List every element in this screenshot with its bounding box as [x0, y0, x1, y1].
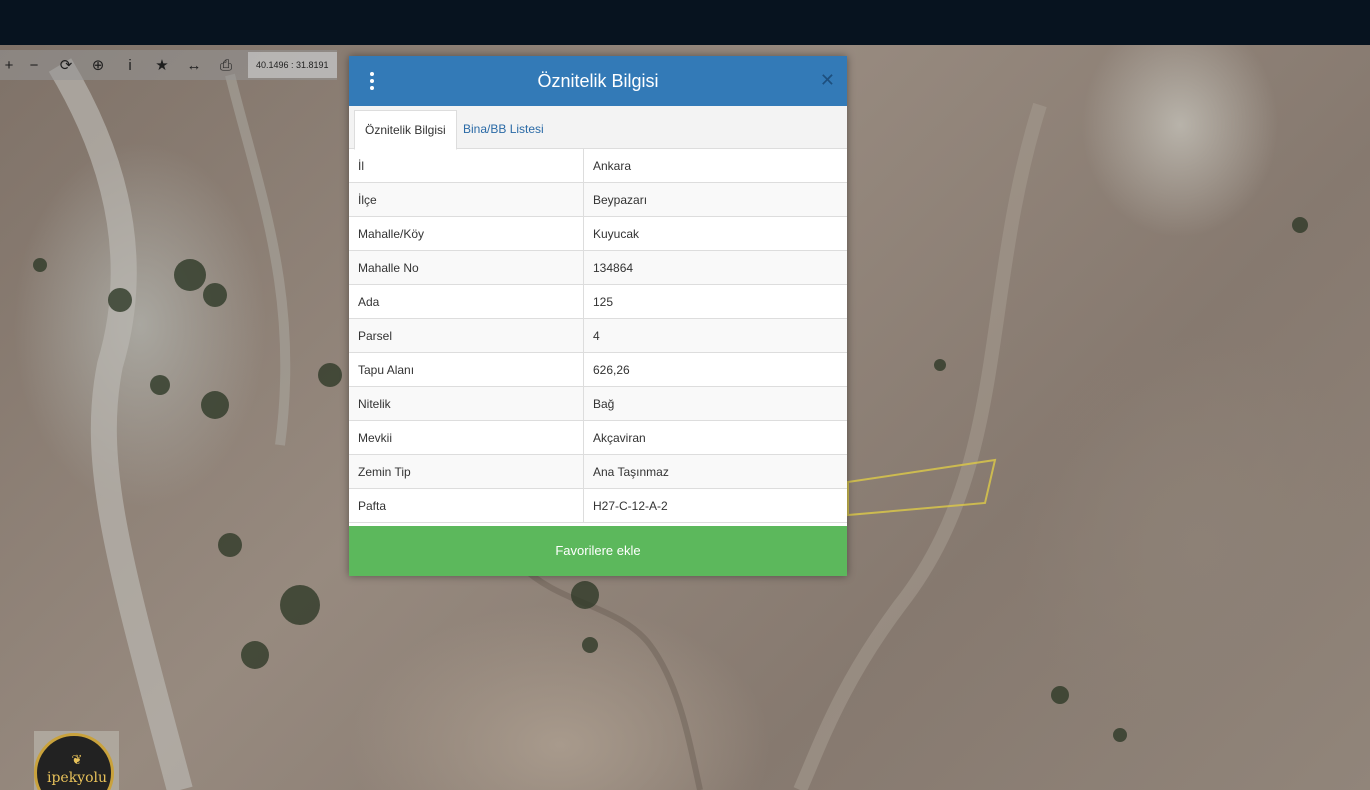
close-icon[interactable]: ✕ [820, 70, 835, 91]
zoom-in-button[interactable]: + [0, 50, 18, 80]
dialog-title: Öznitelik Bilgisi [537, 71, 659, 91]
map-toolbar: + − ⟳ ⊕ i ★ ↔ ⎙ 40.1496 : 31.8191 [0, 50, 337, 80]
top-bar [0, 0, 1370, 45]
favorite-button[interactable]: ★ [146, 50, 178, 80]
table-row: Zemin Tip Ana Taşınmaz [349, 454, 847, 489]
table-row: Ada 125 [349, 284, 847, 319]
attribute-key: Nitelik [349, 386, 584, 421]
attribute-table: İl Ankara İlçe Beypazarı Mahalle/Köy Kuyucak M… [349, 149, 847, 523]
table-row: Tapu Alanı 626,26 [349, 352, 847, 387]
dialog-tabs: Öznitelik Bilgisi Bina/BB Listesi [349, 106, 847, 150]
dialog-header: Öznitelik Bilgisi ✕ [349, 56, 847, 106]
logo-text: ipekyolu [46, 770, 108, 786]
attribute-value: Akçaviran [583, 420, 847, 455]
table-row: Mahalle No 134864 [349, 250, 847, 285]
attribute-value: H27-C-12-A-2 [583, 488, 847, 523]
add-favorite-button[interactable]: Favorilere ekle [349, 526, 847, 576]
table-row: Nitelik Bağ [349, 386, 847, 421]
attribute-key: Zemin Tip [349, 454, 584, 489]
locate-button[interactable]: ⊕ [82, 50, 114, 80]
table-row: Mevkii Akçaviran [349, 420, 847, 455]
refresh-button[interactable]: ⟳ [50, 50, 82, 80]
attribute-value: Beypazarı [583, 182, 847, 217]
table-row: Pafta H27-C-12-A-2 [349, 488, 847, 523]
table-row: İl Ankara [349, 149, 847, 183]
attribute-value: Kuyucak [583, 216, 847, 251]
attribute-key: Tapu Alanı [349, 352, 584, 387]
attribute-value: 626,26 [583, 352, 847, 387]
attribute-key: Mahalle No [349, 250, 584, 285]
attribute-value: 134864 [583, 250, 847, 285]
zoom-out-button[interactable]: − [18, 50, 50, 80]
tab-attribute-info[interactable]: Öznitelik Bilgisi [354, 110, 457, 150]
measure-button[interactable]: ↔ [178, 50, 210, 80]
attribute-key: Mevkii [349, 420, 584, 455]
attribute-key: İlçe [349, 182, 584, 217]
info-button[interactable]: i [114, 50, 146, 80]
table-row: Parsel 4 [349, 318, 847, 353]
attribute-value: Ana Taşınmaz [583, 454, 847, 489]
attribute-value: 125 [583, 284, 847, 319]
attribute-value: Ankara [583, 149, 847, 183]
attribute-key: İl [349, 149, 584, 183]
attribute-key: Parsel [349, 318, 584, 353]
coordinate-readout: 40.1496 : 31.8191 [248, 52, 337, 78]
table-row: İlçe Beypazarı [349, 182, 847, 217]
print-button[interactable]: ⎙ [210, 50, 242, 80]
logo-emblem-icon: ❦ [71, 752, 83, 767]
tab-building-list[interactable]: Bina/BB Listesi [453, 110, 554, 148]
attribute-key: Pafta [349, 488, 584, 523]
brand-logo: ❦ ipekyolu [34, 731, 119, 790]
attribute-dialog: Öznitelik Bilgisi ✕ Öznitelik Bilgisi Bi… [349, 56, 847, 576]
attribute-value: 4 [583, 318, 847, 353]
logo-badge: ❦ ipekyolu [34, 733, 114, 790]
attribute-key: Mahalle/Köy [349, 216, 584, 251]
table-row: Mahalle/Köy Kuyucak [349, 216, 847, 251]
attribute-value: Bağ [583, 386, 847, 421]
attribute-key: Ada [349, 284, 584, 319]
